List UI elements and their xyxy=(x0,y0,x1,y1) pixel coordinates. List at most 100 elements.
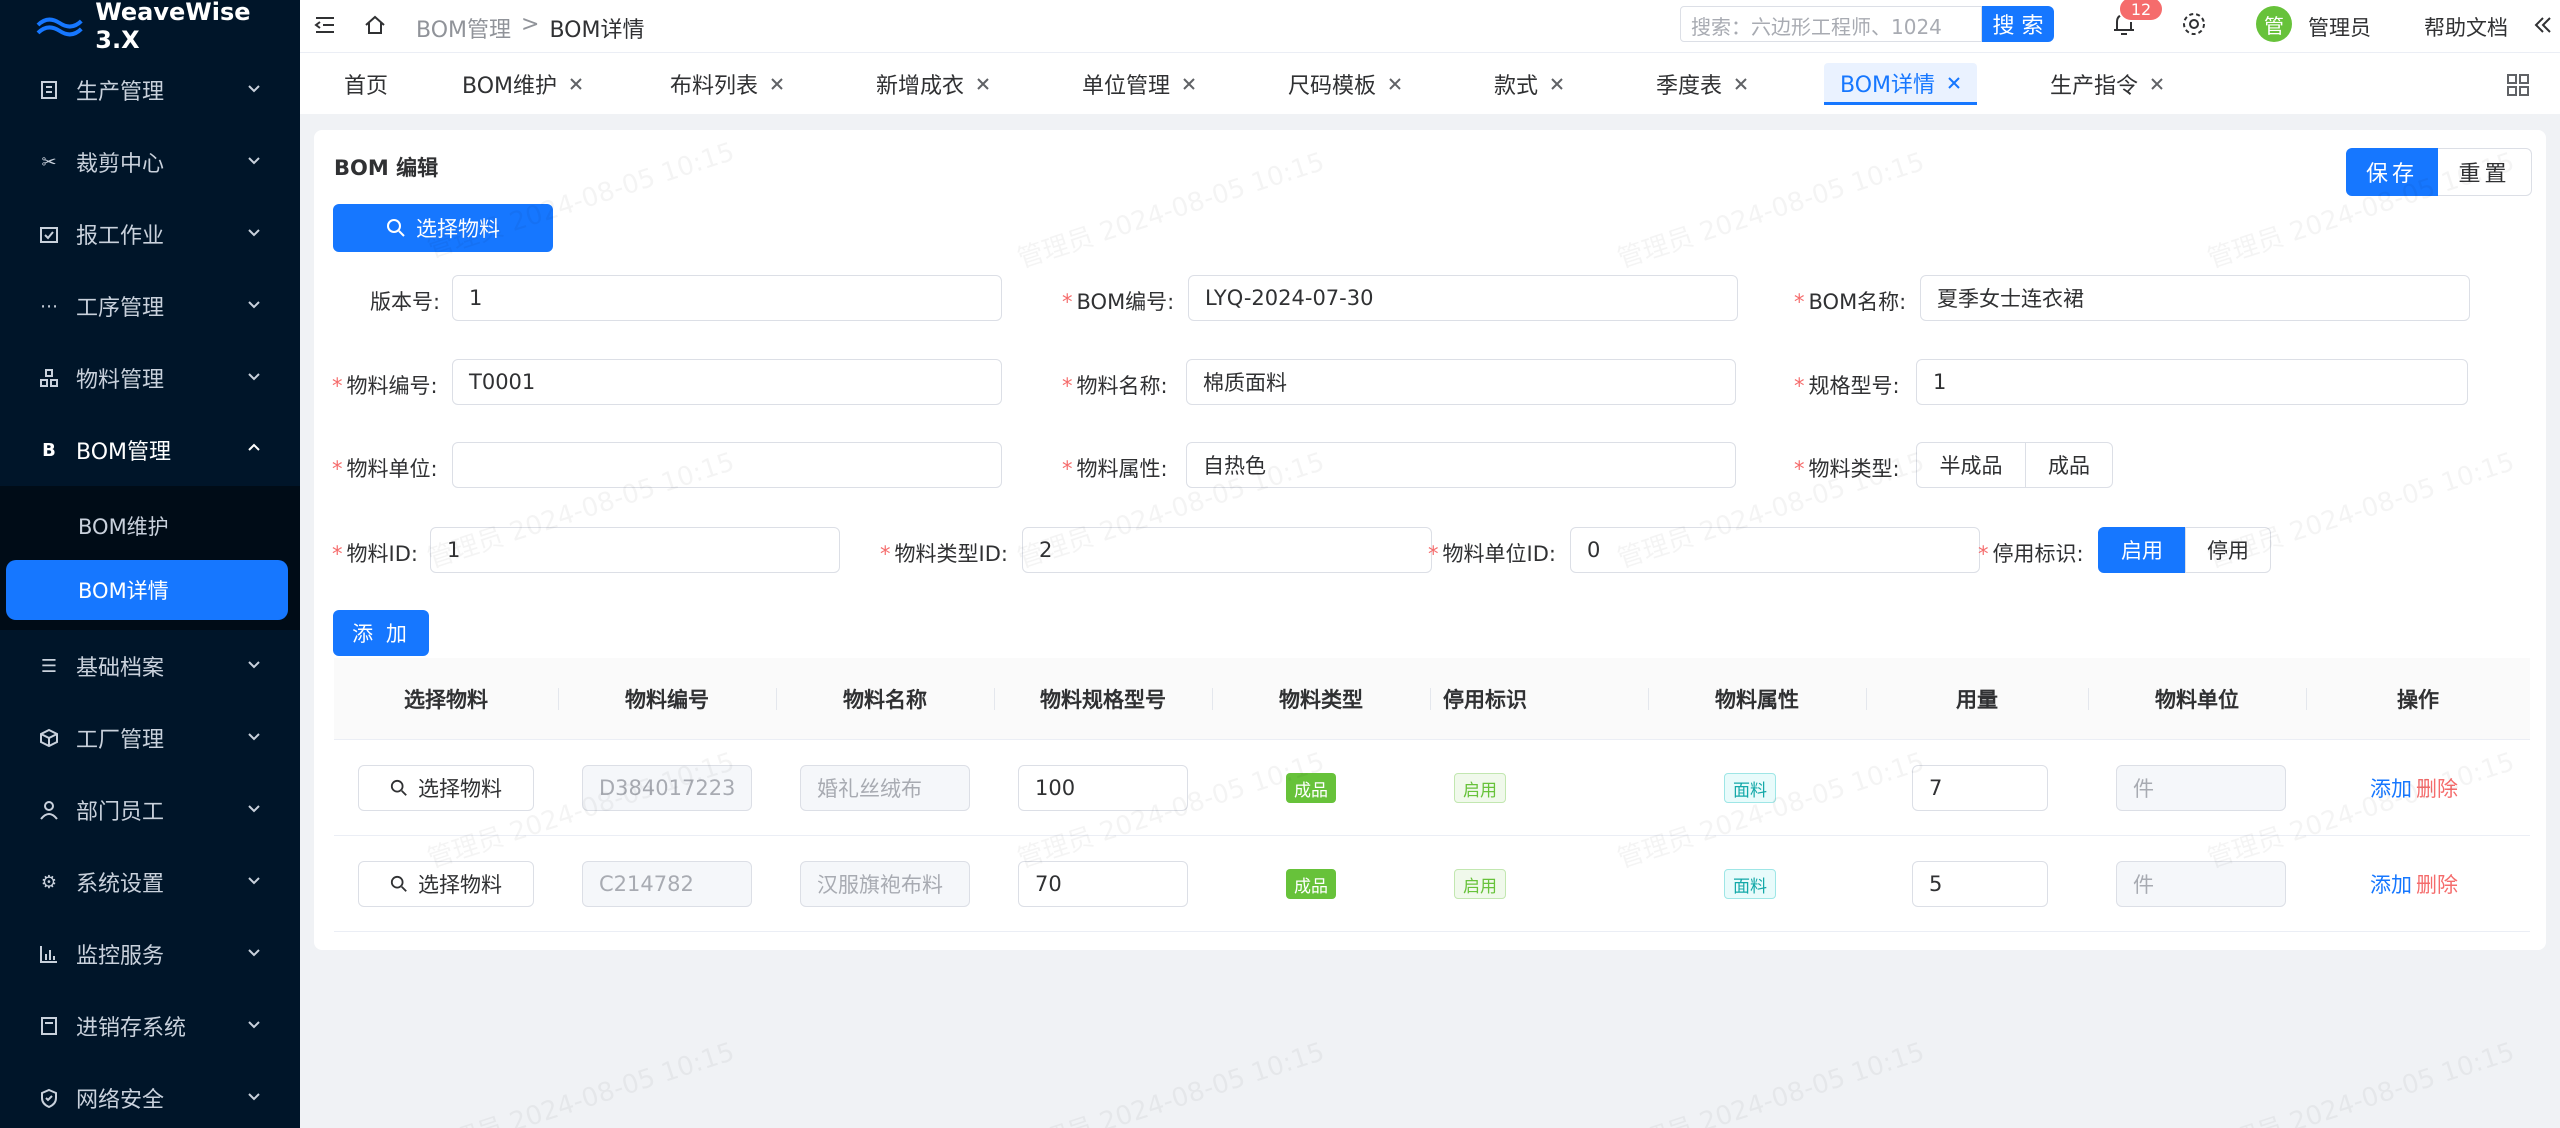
bom-name-input[interactable]: 夏季女士连衣裙 xyxy=(1920,275,2470,321)
help-docs-link[interactable]: 帮助文档 xyxy=(2424,12,2508,42)
close-icon[interactable] xyxy=(1388,77,1402,91)
tab-style[interactable]: 款式 xyxy=(1494,63,1564,105)
sidebar-item-reporting[interactable]: 报工作业 xyxy=(0,198,300,270)
add-row-button[interactable]: 添 加 xyxy=(333,610,429,656)
document-icon xyxy=(38,1015,60,1037)
table-header: 选择物料 物料编号 物料名称 物料规格型号 物料类型 停用标识 物料属性 用量 … xyxy=(334,658,2530,740)
breadcrumb-item[interactable]: BOM管理 xyxy=(416,12,511,44)
sidebar-item-monitor[interactable]: 监控服务 xyxy=(0,918,300,990)
version-label: 版本号: xyxy=(370,290,441,314)
sidebar-subitem-bom-detail[interactable]: BOM详情 xyxy=(6,560,288,620)
tab-unit-management[interactable]: 单位管理 xyxy=(1082,63,1196,105)
unit-input[interactable] xyxy=(452,442,1002,488)
material-name-input[interactable]: 棉质面料 xyxy=(1186,359,1736,405)
material-code-input[interactable]: T0001 xyxy=(452,359,1002,405)
tab-home[interactable]: 首页 xyxy=(344,63,388,105)
sidebar-item-inventory[interactable]: 进销存系统 xyxy=(0,990,300,1062)
sidebar-subitem-bom-maintain[interactable]: BOM维护 xyxy=(6,496,288,556)
sidebar-item-label: 部门员工 xyxy=(76,800,165,825)
search-button[interactable]: 搜 索 xyxy=(1982,6,2054,42)
grid-icon[interactable] xyxy=(2506,73,2530,97)
quantity-input[interactable]: 5 xyxy=(1912,861,2048,907)
double-chevron-left-icon[interactable] xyxy=(2532,14,2554,36)
select-material-button[interactable]: 选择物料 xyxy=(333,204,553,252)
row-select-material-button[interactable]: 选择物料 xyxy=(358,861,534,907)
chevron-down-icon xyxy=(248,157,260,165)
watermark: 管理员 2024-08-05 10:15 xyxy=(1612,1031,1928,1128)
tab-production-order[interactable]: 生产指令 xyxy=(2050,63,2164,105)
sidebar-item-label: 物料管理 xyxy=(76,368,165,393)
close-icon[interactable] xyxy=(569,77,583,91)
sidebar-item-production[interactable]: 生产管理 xyxy=(0,54,300,126)
app-logo[interactable]: WeaveWise 3.X xyxy=(0,0,300,54)
spec-label: * 规格型号: xyxy=(1794,374,1900,398)
tab-size-template[interactable]: 尺码模板 xyxy=(1288,63,1402,105)
attr-input[interactable]: 自热色 xyxy=(1186,442,1736,488)
tab-season[interactable]: 季度表 xyxy=(1656,63,1748,105)
breadcrumb-current: BOM详情 xyxy=(549,18,645,43)
row-select-material-button[interactable]: 选择物料 xyxy=(358,765,534,811)
close-icon[interactable] xyxy=(770,77,784,91)
tab-label: 款式 xyxy=(1494,74,1539,99)
status-tag: 启用 xyxy=(1454,773,1506,803)
type-option-semi[interactable]: 半成品 xyxy=(1916,442,2026,488)
column-header: 停用标识 xyxy=(1443,688,1527,712)
chevron-down-icon xyxy=(248,805,260,813)
sidebar-item-factory[interactable]: 工厂管理 xyxy=(0,702,300,774)
tab-fabric-list[interactable]: 布料列表 xyxy=(670,63,784,105)
breadcrumb: BOM管理 > BOM详情 xyxy=(416,12,644,44)
row-add-link[interactable]: 添加 xyxy=(2370,765,2412,811)
sidebar-item-label: 系统设置 xyxy=(76,872,165,897)
menu-fold-icon[interactable] xyxy=(312,12,338,38)
status-option-enabled[interactable]: 启用 xyxy=(2098,527,2186,573)
sidebar-item-settings[interactable]: ⚙ 系统设置 xyxy=(0,846,300,918)
row-delete-link[interactable]: 删除 xyxy=(2416,861,2458,907)
home-icon[interactable] xyxy=(362,12,388,38)
close-icon[interactable] xyxy=(1947,76,1961,90)
gear-icon[interactable] xyxy=(2180,10,2208,38)
row-add-link[interactable]: 添加 xyxy=(2370,861,2412,907)
reset-button[interactable]: 重置 xyxy=(2438,148,2532,196)
sidebar-item-cutting[interactable]: ✂ 裁剪中心 xyxy=(0,126,300,198)
avatar[interactable]: 管 xyxy=(2256,6,2292,42)
sidebar-item-archive[interactable]: ☰ 基础档案 xyxy=(0,630,300,702)
sidebar-item-staff[interactable]: 部门员工 xyxy=(0,774,300,846)
sidebar-item-label: 报工作业 xyxy=(76,224,165,249)
tab-bar: 首页 BOM维护 布料列表 新增成衣 单位管理 尺码模板 款式 季度表 BOM详… xyxy=(300,52,2560,114)
type-option-finished[interactable]: 成品 xyxy=(2025,442,2113,488)
material-id-input[interactable]: 1 xyxy=(430,527,840,573)
close-icon[interactable] xyxy=(976,77,990,91)
tab-bom-maintain[interactable]: BOM维护 xyxy=(462,63,583,105)
quantity-input[interactable]: 7 xyxy=(1912,765,2048,811)
disable-label: * 停用标识: xyxy=(1978,542,2084,566)
tab-bom-detail[interactable]: BOM详情 xyxy=(1824,63,1978,105)
unit-id-input[interactable]: 0 xyxy=(1570,527,1980,573)
bom-code-input[interactable]: LYQ-2024-07-30 xyxy=(1188,275,1738,321)
version-input[interactable]: 1 xyxy=(452,275,1002,321)
row-delete-link[interactable]: 删除 xyxy=(2416,765,2458,811)
column-header: 物料属性 xyxy=(1715,688,1799,712)
material-name-readonly: 汉服旗袍布料 xyxy=(800,861,970,907)
save-button[interactable]: 保存 xyxy=(2346,148,2438,196)
close-icon[interactable] xyxy=(1550,77,1564,91)
tab-new-garment[interactable]: 新增成衣 xyxy=(876,63,990,105)
close-icon[interactable] xyxy=(1734,77,1748,91)
search-input[interactable]: 搜索：六边形工程师、1024 xyxy=(1680,6,1982,42)
status-option-disabled[interactable]: 停用 xyxy=(2185,527,2271,573)
type-id-input[interactable]: 2 xyxy=(1022,527,1432,573)
app-title: WeaveWise 3.X xyxy=(95,0,251,54)
close-icon[interactable] xyxy=(1182,77,1196,91)
bom-edit-card: BOM 编辑 保存 重置 选择物料 版本号: 1 * BOM编号: LYQ-202… xyxy=(314,130,2546,950)
sidebar-item-security[interactable]: 网络安全 xyxy=(0,1062,300,1128)
close-icon[interactable] xyxy=(2150,77,2164,91)
username[interactable]: 管理员 xyxy=(2308,12,2371,42)
spec-input[interactable]: 1 xyxy=(1916,359,2468,405)
sidebar-item-process[interactable]: ⋯ 工序管理 xyxy=(0,270,300,342)
chevron-down-icon xyxy=(248,1093,260,1101)
spec-input[interactable]: 70 xyxy=(1018,861,1188,907)
column-header: 物料规格型号 xyxy=(1040,688,1166,712)
sidebar-item-material[interactable]: 物料管理 xyxy=(0,342,300,414)
spec-input[interactable]: 100 xyxy=(1018,765,1188,811)
sidebar-item-label: 进销存系统 xyxy=(76,1016,187,1041)
sidebar-item-bom[interactable]: B BOM管理 xyxy=(0,414,300,486)
